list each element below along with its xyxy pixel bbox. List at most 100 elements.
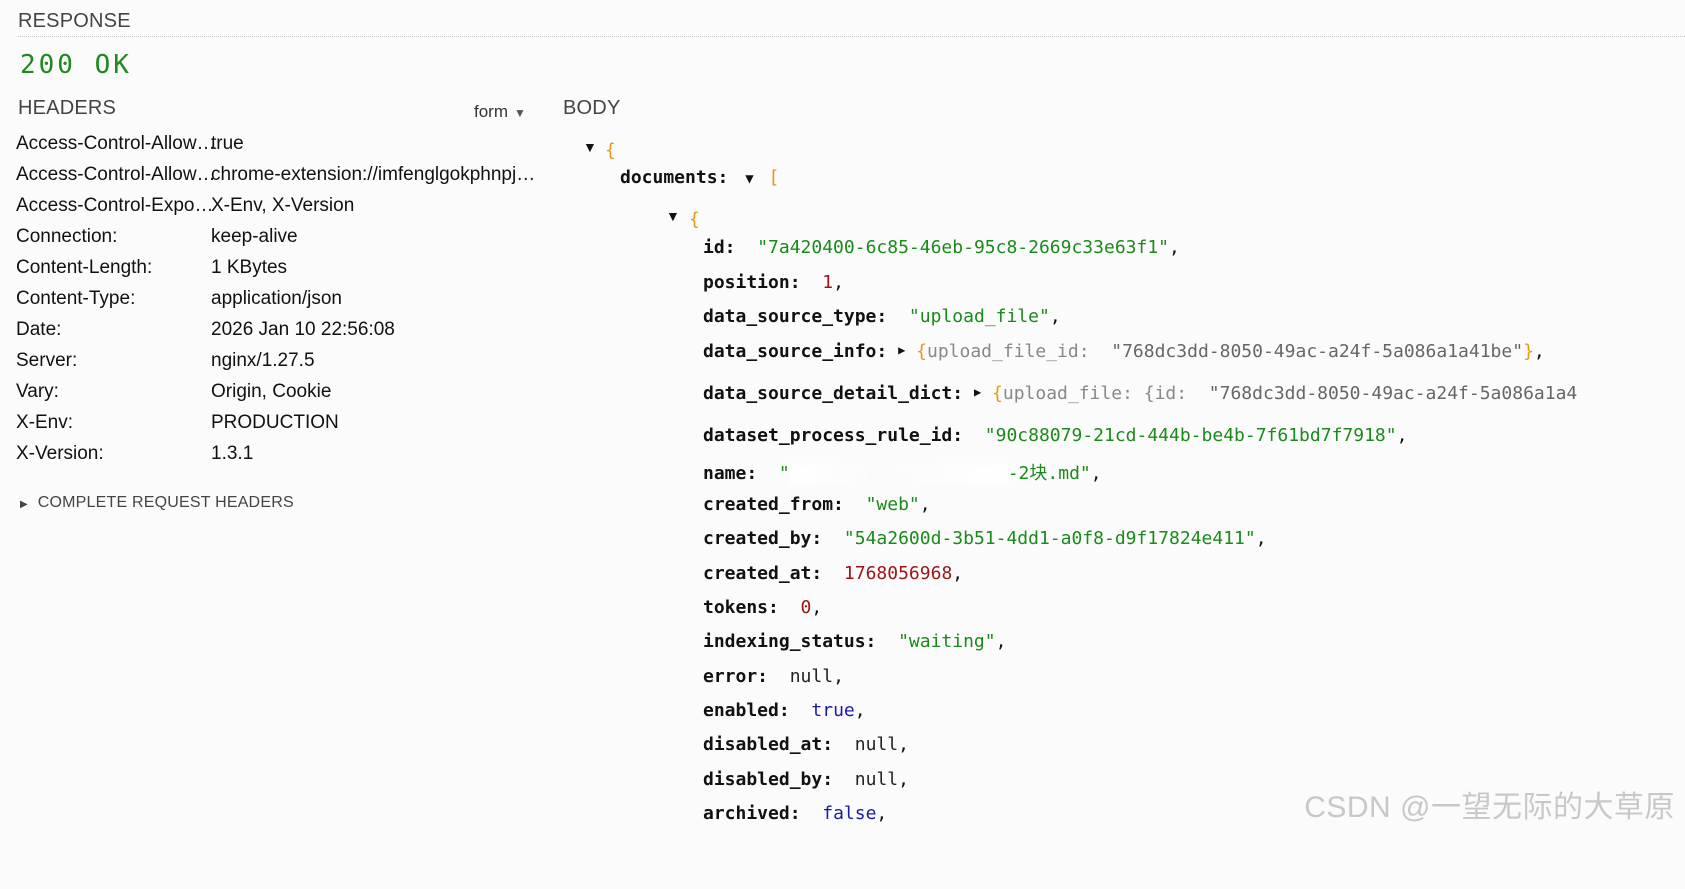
json-value-end: -2块.md": [1007, 463, 1091, 484]
headers-title: HEADERS: [18, 97, 117, 119]
header-name: X-Env:: [16, 412, 74, 433]
json-row-disabled-by: disabled_by: null,: [703, 769, 909, 790]
header-name: X-Version:: [16, 443, 104, 464]
view-mode-select[interactable]: form ▼: [474, 102, 526, 122]
json-value: "7a420400-6c85-46eb-95c8-2669c33e63f1": [757, 237, 1170, 258]
json-key: data_source_type:: [703, 306, 888, 327]
caret-down-icon: ▼: [745, 171, 754, 187]
caret-down-icon: ▼: [583, 139, 597, 155]
json-value: false: [822, 803, 877, 824]
json-row-data-source-detail-dict: data_source_detail_dict: ▶ {upload_file:…: [703, 383, 1578, 404]
json-preview-key: upload_file:: [1002, 383, 1133, 404]
expand-toggle[interactable]: ▶: [898, 343, 905, 357]
json-preview-value: "768dc3dd-8050-49ac-a24f-5a086a1a41be": [1111, 341, 1524, 362]
json-preview-value: "768dc3dd-8050-49ac-a24f-5a086a1a4: [1208, 383, 1578, 404]
header-name: Server:: [16, 350, 78, 371]
documents-open-bracket: [: [768, 167, 780, 188]
json-value: "waiting": [898, 631, 996, 652]
json-row-position: position: 1,: [703, 272, 844, 293]
header-value: 2026 Jan 10 22:56:08: [211, 319, 395, 340]
json-value-start: ": [778, 463, 790, 484]
header-name: Access-Control-Allow…: [16, 164, 216, 185]
json-row-enabled: enabled: true,: [703, 700, 866, 721]
root-open-brace: {: [605, 140, 616, 161]
json-row-data-source-info: data_source_info: ▶ {upload_file_id: "76…: [703, 341, 1545, 362]
json-preview-key: upload_file_id:: [927, 341, 1090, 362]
json-row-indexing-status: indexing_status: "waiting",: [703, 631, 1007, 652]
json-value: "90c88079-21cd-444b-be4b-7f61bd7f7918": [984, 425, 1397, 446]
json-key: tokens:: [703, 597, 779, 618]
json-row-name: name: " -2块.md",: [703, 463, 1102, 484]
header-value: 1 KBytes: [211, 257, 288, 278]
complete-request-headers-label: COMPLETE REQUEST HEADERS: [37, 494, 294, 511]
json-key: id:: [703, 237, 736, 258]
collapse-documents-toggle[interactable]: ▼: [745, 171, 753, 187]
header-value: chrome-extension://imfenglgokphnpj…: [211, 164, 536, 185]
csdn-watermark: CSDN @一望无际的大草原: [1304, 791, 1675, 824]
status-code: 200 OK: [20, 50, 132, 80]
json-key: created_by:: [703, 528, 823, 549]
caret-right-icon: ▶: [898, 343, 906, 357]
json-key: dataset_process_rule_id:: [703, 425, 964, 446]
item-open-brace: {: [689, 209, 700, 230]
json-key: created_at:: [703, 563, 823, 584]
header-name: Content-Type:: [16, 288, 136, 309]
header-value: Origin, Cookie: [211, 381, 332, 402]
expand-toggle[interactable]: ▶: [974, 385, 981, 399]
json-key: error:: [703, 666, 769, 687]
json-value: 0: [800, 597, 812, 618]
json-key: name:: [703, 463, 758, 484]
json-row-created-at: created_at: 1768056968,: [703, 563, 964, 584]
header-value: 1.3.1: [211, 443, 254, 464]
json-value: 1: [822, 272, 834, 293]
json-key: disabled_at:: [703, 734, 834, 755]
json-row-tokens: tokens: 0,: [703, 597, 823, 618]
complete-request-headers-toggle[interactable]: ▶ COMPLETE REQUEST HEADERS: [20, 494, 294, 512]
json-key: data_source_info:: [703, 341, 888, 362]
json-key: enabled:: [703, 700, 790, 721]
collapse-root-toggle[interactable]: ▼: [583, 139, 597, 155]
caret-down-icon: ▼: [666, 208, 680, 224]
body-title: BODY: [563, 97, 621, 119]
json-row-id: id: "7a420400-6c85-46eb-95c8-2669c33e63f…: [703, 237, 1180, 258]
json-key: documents:: [620, 167, 729, 188]
header-value: application/json: [211, 288, 342, 309]
chevron-down-icon: ▼: [514, 106, 526, 120]
json-value: "54a2600d-3b51-4dd1-a0f8-d9f17824e411": [843, 528, 1256, 549]
redacted-region: [789, 464, 1008, 484]
json-value: 1768056968: [843, 563, 953, 584]
json-row-documents: documents: ▼ [: [620, 167, 779, 188]
header-value: true: [211, 133, 244, 154]
header-name: Vary:: [16, 381, 59, 402]
json-key: indexing_status:: [703, 631, 877, 652]
json-value: null: [789, 666, 834, 687]
json-value: null: [854, 734, 899, 755]
json-key: archived:: [703, 803, 801, 824]
json-row-created-by: created_by: "54a2600d-3b51-4dd1-a0f8-d9f…: [703, 528, 1267, 549]
json-key: created_from:: [703, 494, 844, 515]
header-value: PRODUCTION: [211, 412, 339, 433]
header-name: Content-Length:: [16, 257, 153, 278]
json-row-dataset-process-rule-id: dataset_process_rule_id: "90c88079-21cd-…: [703, 425, 1408, 446]
json-row-disabled-at: disabled_at: null,: [703, 734, 909, 755]
header-value: nginx/1.27.5: [211, 350, 315, 371]
json-preview-inner: {id:: [1143, 383, 1188, 404]
collapse-item-toggle[interactable]: ▼: [666, 208, 680, 224]
json-value: "upload_file": [908, 306, 1050, 327]
response-title: RESPONSE: [18, 10, 131, 32]
header-name: Access-Control-Allow…: [16, 133, 216, 154]
json-key: data_source_detail_dict:: [703, 383, 964, 404]
view-mode-label: form: [474, 102, 508, 121]
json-value: "web": [865, 494, 920, 515]
header-value: keep-alive: [211, 226, 298, 247]
json-value: true: [811, 700, 855, 721]
json-value: null: [854, 769, 899, 790]
header-value: X-Env, X-Version: [211, 195, 355, 216]
header-name: Connection:: [16, 226, 118, 247]
json-row-archived: archived: false,: [703, 803, 888, 824]
header-name: Date:: [16, 319, 62, 340]
response-divider: [18, 36, 1685, 37]
json-key: position:: [703, 272, 801, 293]
json-row-error: error: null,: [703, 666, 844, 687]
caret-right-icon: ▶: [973, 385, 982, 399]
